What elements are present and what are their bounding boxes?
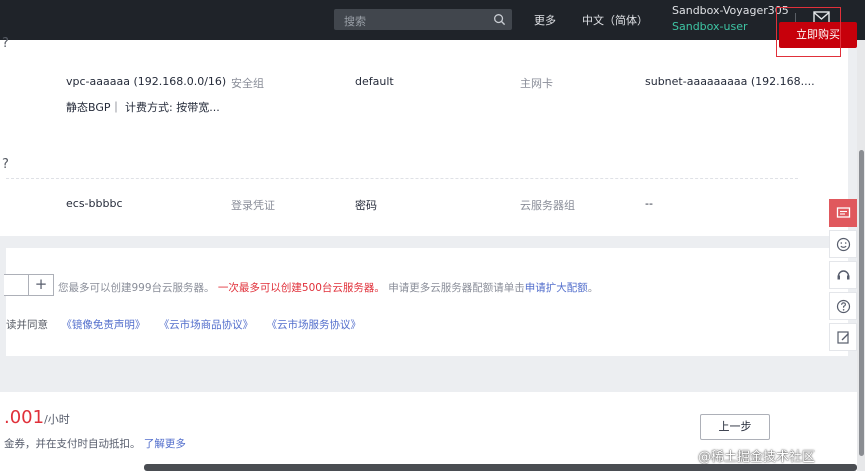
edit-marker: ? (2, 36, 9, 51)
server-group-value: -- (645, 197, 653, 210)
primary-nic-label: 主网卡 (520, 77, 553, 90)
bandwidth-description: 静态BGP｜ 计费方式: 按带宽... (66, 101, 220, 114)
watermark: @稀土掘金技术社区 (698, 450, 816, 465)
coupon-notice: 金券，并在支付时自动抵扣。 了解更多 (4, 436, 186, 451)
search-icon[interactable] (493, 13, 506, 26)
increase-quantity-button[interactable]: + (28, 275, 53, 295)
price-display: .001/小时 (4, 407, 70, 428)
quantity-stepper[interactable]: + (4, 274, 54, 296)
coupon-text: 金券，并在支付时自动抵扣。 (4, 438, 141, 450)
edit-icon (837, 331, 849, 344)
learn-more-link[interactable]: 了解更多 (144, 438, 186, 450)
marketplace-service-agreement-link[interactable]: 《云市场服务协议》 (267, 319, 362, 331)
price-value: .001 (4, 407, 45, 428)
user-account-type[interactable]: Sandbox-user (672, 20, 748, 33)
request-quota-link[interactable]: 申请扩大配额 (525, 282, 588, 294)
buy-button-highlight (776, 7, 841, 57)
search-input[interactable]: 搜索 (334, 9, 512, 30)
login-credential-label: 登录凭证 (231, 199, 275, 212)
horizontal-scrollbar-thumb[interactable] (144, 464, 857, 471)
language-selector[interactable]: 中文（简体） (582, 12, 648, 28)
edit-survey-button[interactable] (829, 323, 857, 351)
vertical-scrollbar-thumb[interactable] (859, 150, 864, 456)
feedback-button[interactable] (829, 199, 857, 227)
agreement-prefix: 读并同意 (6, 319, 48, 331)
help-icon (836, 299, 851, 314)
purchase-quantity-card: + 您最多可以创建999台云服务器。 一次最多可以创建500台云服务器。 申请更… (4, 248, 848, 356)
quota-request-text: 申请更多云服务器配额请单击 (388, 282, 525, 294)
row-divider (6, 178, 798, 179)
satisfaction-button[interactable] (829, 230, 857, 258)
quota-limit-warning: 一次最多可以创建500台云服务器。 (217, 282, 385, 294)
nav-more-link[interactable]: 更多 (534, 12, 556, 28)
vpc-value: vpc-aaaaaa (192.168.0.0/16) (66, 75, 227, 88)
feedback-icon (836, 207, 851, 218)
floating-toolbar (829, 199, 857, 351)
login-credential-value: 密码 (355, 199, 377, 212)
agreement-line: 读并同意 《镜像免责声明》 《云市场商品协议》 《云市场服务协议》 (6, 317, 361, 332)
server-group-label: 云服务器组 (520, 199, 575, 212)
image-disclaimer-link[interactable]: 《镜像免责声明》 (61, 319, 145, 331)
customer-service-button[interactable] (829, 261, 857, 289)
search-placeholder: 搜索 (344, 15, 366, 28)
smile-icon (836, 237, 851, 252)
service-icon (837, 270, 850, 280)
price-unit: /小时 (44, 413, 70, 426)
config-summary-card: ? vpc-aaaaaa (192.168.0.0/16) 安全组 defaul… (0, 36, 848, 236)
quota-notice: 您最多可以创建999台云服务器。 一次最多可以创建500台云服务器。 申请更多云… (58, 280, 598, 295)
quota-end: 。 (587, 282, 599, 294)
security-group-value: default (355, 75, 394, 88)
quota-text: 您最多可以创建999台云服务器。 (58, 282, 215, 294)
user-account-name[interactable]: Sandbox-Voyager305 (672, 4, 789, 17)
ecs-name-value: ecs-bbbbc (66, 197, 123, 210)
marketplace-product-agreement-link[interactable]: 《云市场商品协议》 (159, 319, 254, 331)
security-group-label: 安全组 (231, 77, 264, 90)
previous-step-button[interactable]: 上一步 (700, 414, 770, 440)
subnet-value: subnet-aaaaaaaaa (192.168.... (645, 75, 815, 88)
edit-marker: ? (2, 157, 9, 172)
help-button[interactable] (829, 292, 857, 320)
top-navigation-bar: 搜索 更多 中文（简体） Sandbox-Voyager305 Sandbox-… (0, 0, 865, 40)
